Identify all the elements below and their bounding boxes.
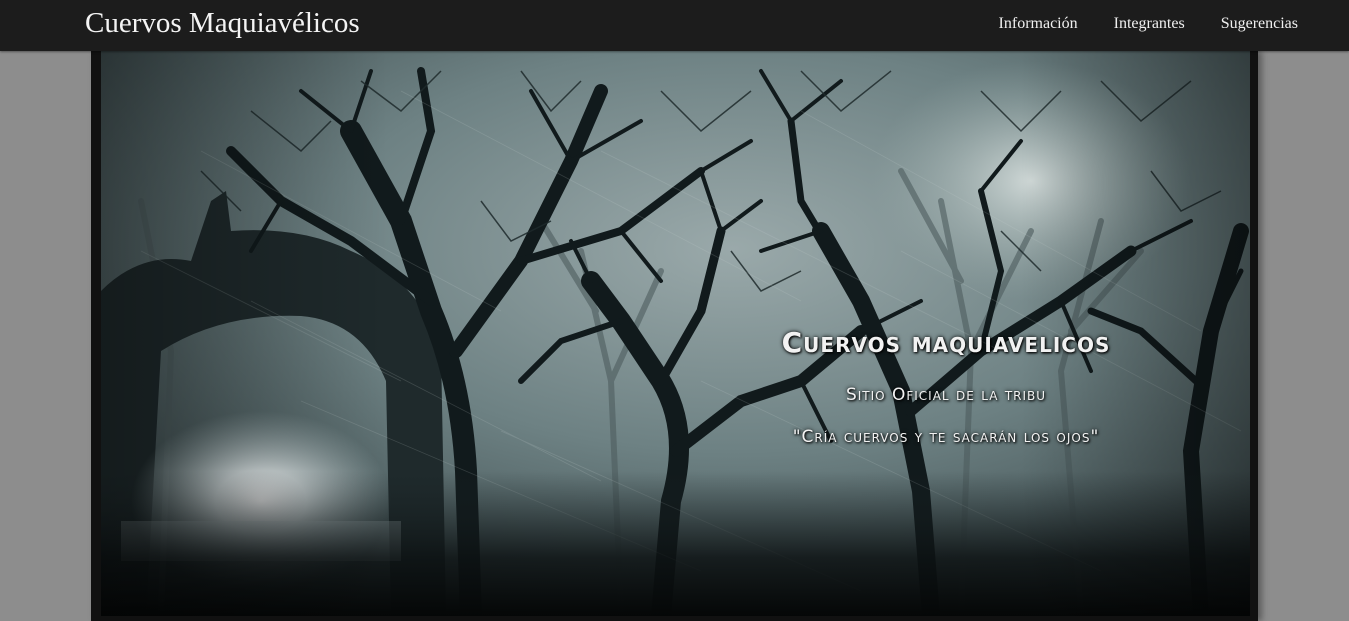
brand-link[interactable]: Cuervos Maquiavélicos bbox=[85, 7, 360, 40]
top-navbar: Cuervos Maquiavélicos Información Integr… bbox=[0, 0, 1349, 51]
hero-banner: Cuervos maquiavelicos Sitio Oficial de l… bbox=[101, 51, 1250, 616]
nav-links: Información Integrantes Sugerencias bbox=[963, 15, 1298, 33]
nav-link-integrantes[interactable]: Integrantes bbox=[1114, 15, 1185, 33]
nav-link-informacion[interactable]: Información bbox=[999, 15, 1078, 33]
hero-title: Cuervos maquiavelicos bbox=[781, 326, 1111, 359]
hero-caption: Cuervos maquiavelicos Sitio Oficial de l… bbox=[741, 326, 1151, 447]
hero-frame: Cuervos maquiavelicos Sitio Oficial de l… bbox=[91, 51, 1258, 621]
nav-link-sugerencias[interactable]: Sugerencias bbox=[1221, 15, 1298, 33]
hero-subtitle: Sitio Oficial de la tribu bbox=[845, 385, 1047, 405]
hero-quote: "Cría cuervos y te sacarán los ojos" bbox=[792, 427, 1100, 447]
